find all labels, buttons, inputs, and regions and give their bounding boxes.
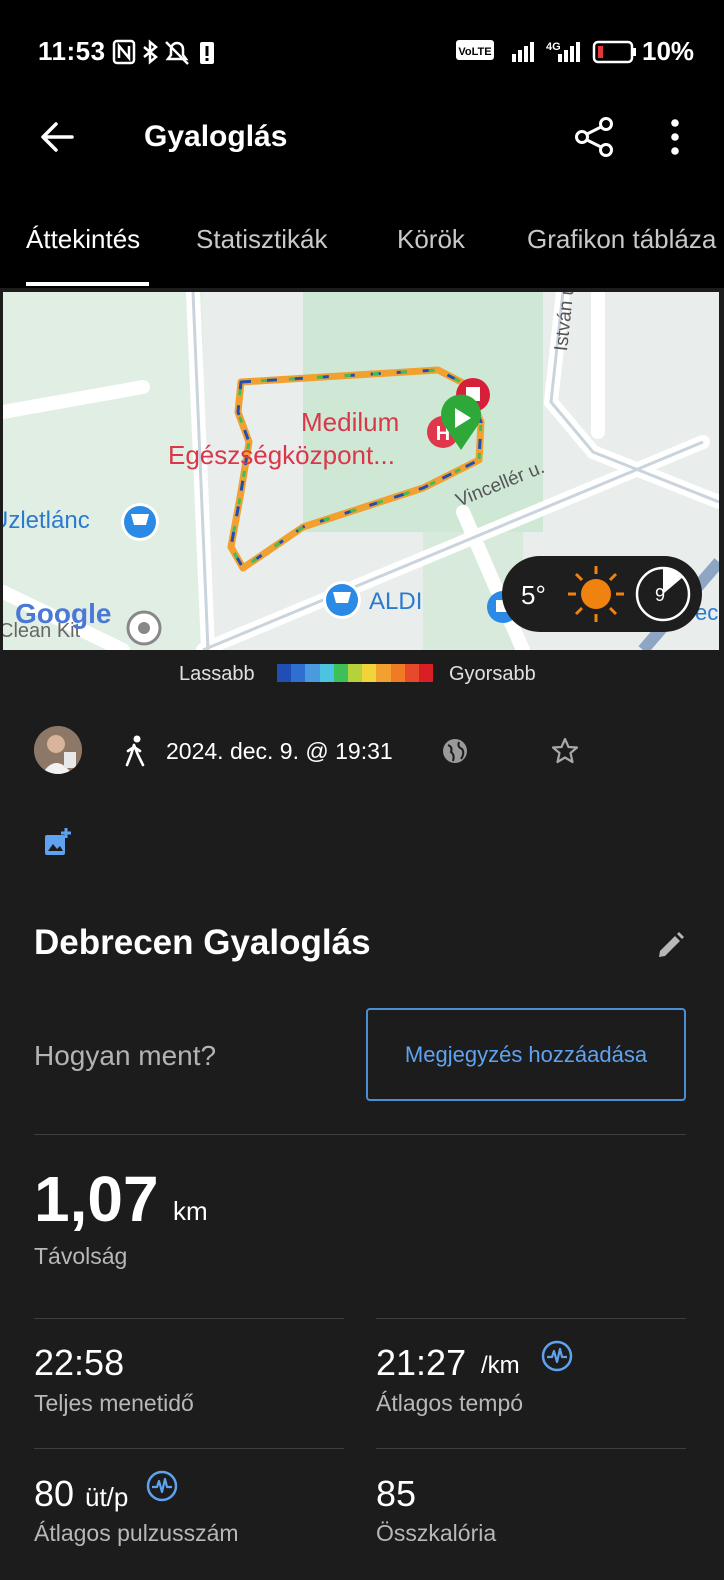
divider [376,1448,686,1449]
map-poi-name: Medilum [301,407,400,437]
add-note-button[interactable]: Megjegyzés hozzáadása [366,1008,686,1101]
tab-indicator [26,282,149,286]
legend-segment [305,664,320,682]
map-store-label: Üzletlánc [3,507,90,534]
mute-icon [165,41,189,65]
tab-chart-table[interactable]: Grafikon tábláza [527,224,716,255]
page-title: Gyaloglás [144,120,288,153]
tab-laps[interactable]: Körök [397,224,465,255]
status-icons-left [112,39,214,65]
nfc-icon [112,39,136,65]
google-logo: Google [15,598,112,629]
legend-segment [418,664,434,682]
status-time: 11:53 [38,36,106,66]
map-location-icon [126,610,162,646]
map-store-label: ALDI [369,588,423,615]
route-map[interactable]: H Medilum Egészségközpont... István út V… [3,292,719,650]
battery-percent: 10% [642,36,695,66]
legend-fast-label: Gyorsabb [449,663,536,685]
distance-value: 1,07 [34,1163,159,1235]
signal-icon [512,42,534,62]
aldi-marker-icon [323,581,361,619]
tab-overview[interactable]: Áttekintés [26,224,140,255]
legend-segment [362,664,377,682]
calories-value: 85 [376,1473,417,1514]
alert-icon [200,42,214,64]
svg-text:VoLTE: VoLTE [458,46,491,58]
divider [34,1318,344,1319]
avg-hr-unit: üt/p [85,1482,129,1512]
shop-marker-icon [121,503,159,541]
total-time-label: Teljes menetidő [34,1390,194,1416]
avatar[interactable] [34,726,82,774]
bluetooth-icon [143,39,158,65]
privacy-globe-icon[interactable] [441,737,469,765]
legend-segment [347,664,363,682]
activity-name: Debrecen Gyaloglás [34,923,371,962]
edit-pencil-icon[interactable] [656,930,686,960]
legend-segment [291,664,306,682]
pulse-chart-icon[interactable] [146,1470,178,1502]
status-icons-right: VoLTE 4G [456,40,636,64]
legend-segment [404,664,419,682]
distance-unit: km [173,1196,208,1226]
volte-icon: VoLTE [456,40,494,60]
wind-speed: 9 [655,585,666,605]
4g-signal-icon: 4G [546,41,580,62]
legend-segment [390,664,405,682]
calories-label: Összkalória [376,1520,497,1546]
avg-hr-value: 80 [34,1473,75,1514]
battery-icon [592,40,636,64]
favorite-star-icon[interactable] [551,737,579,765]
feeling-prompt[interactable]: Hogyan ment? [34,1040,216,1072]
add-photo-icon[interactable] [42,828,72,858]
legend-segment [333,664,348,682]
tab-statistics[interactable]: Statisztikák [196,224,328,255]
avg-pace-label: Átlagos tempó [376,1390,524,1416]
app-bar [0,100,724,200]
total-time-value: 22:58 [34,1342,125,1383]
avg-pace-unit: /km [481,1352,520,1379]
walking-icon [125,735,145,767]
legend-segment [376,664,391,682]
divider [34,1134,686,1135]
legend-slow-label: Lassabb [179,663,255,685]
sun-icon [568,566,624,622]
legend-segment [277,664,292,682]
weather-temperature: 5° [521,580,546,610]
pulse-chart-icon[interactable] [541,1340,573,1372]
back-arrow-icon[interactable] [38,118,76,156]
map-poi-subname: Egészségközpont... [168,440,395,470]
activity-datetime: 2024. dec. 9. @ 19:31 [166,738,393,764]
divider [376,1318,686,1319]
avg-pace-value: 21:27 [376,1342,467,1383]
more-options-icon[interactable] [668,118,682,158]
divider [34,1448,344,1449]
svg-text:4G: 4G [546,41,561,53]
legend-segment [319,664,334,682]
avg-hr-label: Átlagos pulzusszám [34,1520,239,1546]
share-icon[interactable] [574,116,614,158]
distance-label: Távolság [34,1243,128,1269]
pace-legend-bar [277,664,434,682]
